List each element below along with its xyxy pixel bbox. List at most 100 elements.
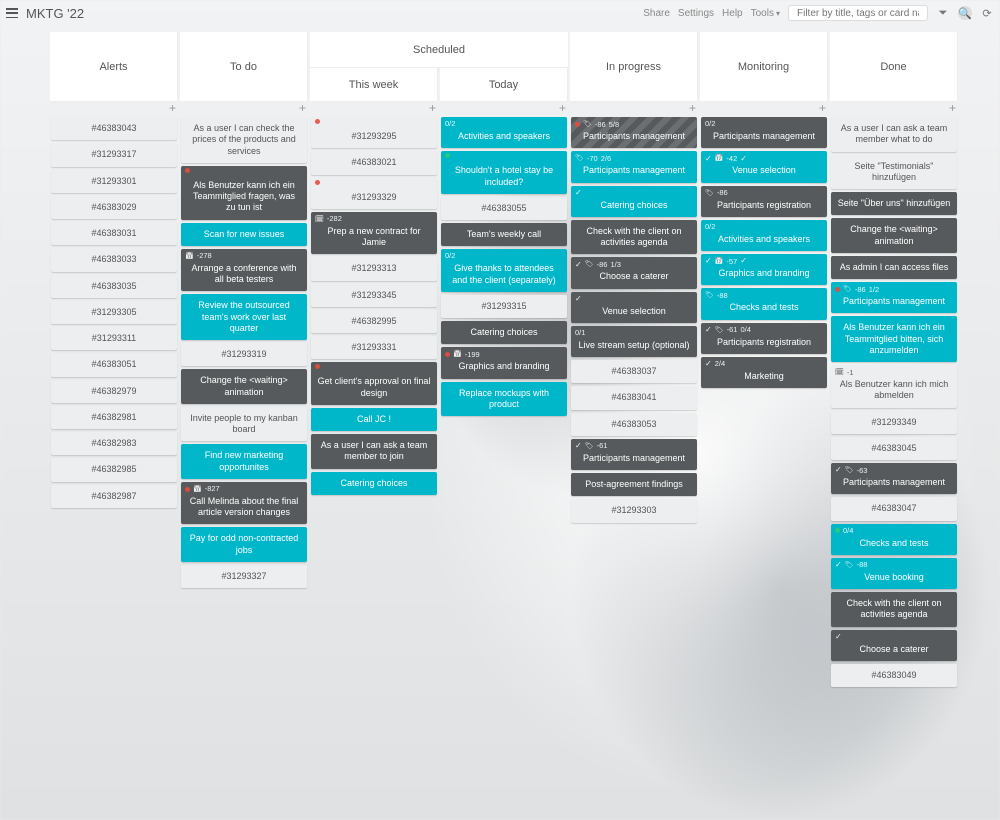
kanban-card[interactable]: Check with the client on activities agen… bbox=[571, 220, 697, 255]
kanban-card[interactable]: #31293313 bbox=[311, 257, 437, 280]
kanban-card[interactable]: #46383029 bbox=[51, 196, 177, 219]
add-card-button[interactable]: + bbox=[830, 102, 958, 116]
kanban-card[interactable]: As a user I can ask a team member what t… bbox=[831, 117, 957, 152]
kanban-card[interactable]: -1Als Benutzer kann ich mich abmelden bbox=[831, 365, 957, 408]
kanban-card[interactable]: Find new marketing opportunites bbox=[181, 444, 307, 479]
kanban-card[interactable]: #46383021 bbox=[311, 151, 437, 174]
kanban-card[interactable]: #46382995 bbox=[311, 310, 437, 333]
kanban-card[interactable]: #46382979 bbox=[51, 380, 177, 403]
kanban-card[interactable]: Als Benutzer kann ich ein Teammitglied b… bbox=[831, 316, 957, 362]
kanban-card[interactable]: #46383049 bbox=[831, 664, 957, 687]
kanban-card[interactable]: Als Benutzer kann ich ein Teammitglied f… bbox=[181, 166, 307, 220]
add-card-button[interactable]: + bbox=[180, 102, 308, 116]
kanban-card[interactable]: 0/2Participants management bbox=[701, 117, 827, 148]
filter-icon[interactable]: ⏷ bbox=[936, 6, 950, 20]
kanban-card[interactable]: #46383041 bbox=[571, 386, 697, 409]
kanban-card[interactable]: -42Venue selection bbox=[701, 151, 827, 182]
kanban-card[interactable]: -88Checks and tests bbox=[701, 288, 827, 319]
share-link[interactable]: Share bbox=[643, 8, 670, 19]
kanban-card[interactable]: -63Participants management bbox=[831, 463, 957, 494]
kanban-card[interactable]: #46383047 bbox=[831, 497, 957, 520]
kanban-card[interactable]: Venue selection bbox=[571, 292, 697, 323]
search-input[interactable] bbox=[795, 7, 921, 20]
add-card-button[interactable]: + bbox=[310, 102, 438, 116]
kanban-card[interactable]: Pay for odd non-contracted jobs bbox=[181, 527, 307, 562]
kanban-card[interactable]: #31293301 bbox=[51, 170, 177, 193]
kanban-card[interactable]: Scan for new issues bbox=[181, 223, 307, 246]
kanban-card[interactable]: #31293319 bbox=[181, 343, 307, 366]
kanban-card[interactable]: -702/6Participants management bbox=[571, 151, 697, 182]
kanban-card[interactable]: #46382981 bbox=[51, 406, 177, 429]
menu-icon[interactable] bbox=[6, 8, 18, 18]
kanban-card[interactable]: As admin I can access files bbox=[831, 256, 957, 279]
settings-link[interactable]: Settings bbox=[678, 8, 714, 19]
kanban-card[interactable]: #31293295 bbox=[311, 117, 437, 148]
kanban-card[interactable]: #31293311 bbox=[51, 327, 177, 350]
kanban-card[interactable]: #31293349 bbox=[831, 411, 957, 434]
tools-menu[interactable]: Tools bbox=[751, 8, 780, 19]
kanban-card[interactable]: #31293315 bbox=[441, 295, 567, 318]
kanban-card[interactable]: Change the <waiting> animation bbox=[831, 218, 957, 253]
kanban-card[interactable]: 2/4Marketing bbox=[701, 357, 827, 388]
kanban-card[interactable]: #46382983 bbox=[51, 432, 177, 455]
help-link[interactable]: Help bbox=[722, 8, 743, 19]
kanban-card[interactable]: Choose a caterer bbox=[831, 630, 957, 661]
search-box[interactable] bbox=[788, 5, 928, 21]
kanban-card[interactable]: #31293305 bbox=[51, 301, 177, 324]
kanban-card[interactable]: As a user I can check the prices of the … bbox=[181, 117, 307, 163]
kanban-card[interactable]: Invite people to my kanban board bbox=[181, 407, 307, 442]
kanban-card[interactable]: Call JC ! bbox=[311, 408, 437, 431]
kanban-card[interactable]: Catering choices bbox=[571, 186, 697, 217]
kanban-card[interactable]: #46383037 bbox=[571, 360, 697, 383]
kanban-card[interactable]: 0/2Activities and speakers bbox=[701, 220, 827, 251]
kanban-card[interactable]: -861/2Participants management bbox=[831, 282, 957, 313]
kanban-card[interactable]: Catering choices bbox=[311, 472, 437, 495]
kanban-card[interactable]: #31293327 bbox=[181, 565, 307, 588]
kanban-card[interactable]: -199Graphics and branding bbox=[441, 347, 567, 378]
kanban-card[interactable]: #46383053 bbox=[571, 413, 697, 436]
kanban-card[interactable]: -86Participants registration bbox=[701, 186, 827, 217]
kanban-card[interactable]: 0/4Checks and tests bbox=[831, 524, 957, 555]
kanban-card[interactable]: 0/2Activities and speakers bbox=[441, 117, 567, 148]
kanban-card[interactable]: As a user I can ask a team member to joi… bbox=[311, 434, 437, 469]
kanban-card[interactable]: 0/2Give thanks to attendees and the clie… bbox=[441, 249, 567, 292]
kanban-card[interactable]: #46383055 bbox=[441, 197, 567, 220]
kanban-card[interactable]: -827Call Melinda about the final article… bbox=[181, 482, 307, 525]
kanban-card[interactable]: #46383031 bbox=[51, 222, 177, 245]
kanban-card[interactable]: Get client's approval on final design bbox=[311, 362, 437, 405]
kanban-card[interactable]: #46383045 bbox=[831, 437, 957, 460]
kanban-card[interactable]: #31293303 bbox=[571, 499, 697, 522]
kanban-card[interactable]: #46382987 bbox=[51, 485, 177, 508]
refresh-icon[interactable]: ⟳ bbox=[980, 6, 994, 20]
kanban-card[interactable]: Seite "Über uns" hinzufügen bbox=[831, 192, 957, 215]
kanban-card[interactable]: 0/1Live stream setup (optional) bbox=[571, 326, 697, 357]
kanban-card[interactable]: Check with the client on activities agen… bbox=[831, 592, 957, 627]
kanban-card[interactable]: #31293331 bbox=[311, 336, 437, 359]
kanban-card[interactable]: #46383035 bbox=[51, 275, 177, 298]
kanban-card[interactable]: #46383051 bbox=[51, 353, 177, 376]
kanban-card[interactable]: -861/3Choose a caterer bbox=[571, 257, 697, 288]
kanban-card[interactable]: Review the outsourced team's work over l… bbox=[181, 294, 307, 340]
add-card-button[interactable]: + bbox=[700, 102, 828, 116]
kanban-card[interactable]: Change the <waiting> animation bbox=[181, 369, 307, 404]
kanban-card[interactable]: Team's weekly call bbox=[441, 223, 567, 246]
add-card-button[interactable]: + bbox=[570, 102, 698, 116]
kanban-card[interactable]: -57Graphics and branding bbox=[701, 254, 827, 285]
kanban-card[interactable]: #31293317 bbox=[51, 143, 177, 166]
kanban-card[interactable]: -88Venue booking bbox=[831, 558, 957, 589]
kanban-card[interactable]: Catering choices bbox=[441, 321, 567, 344]
search-icon[interactable]: 🔍 bbox=[958, 6, 972, 20]
kanban-card[interactable]: #46382985 bbox=[51, 458, 177, 481]
kanban-card[interactable]: -278Arrange a conference with all beta t… bbox=[181, 249, 307, 292]
kanban-card[interactable]: -610/4Participants registration bbox=[701, 323, 827, 354]
kanban-card[interactable]: #31293329 bbox=[311, 178, 437, 209]
add-card-button[interactable]: + bbox=[50, 102, 178, 116]
kanban-card[interactable]: Post-agreement findings bbox=[571, 473, 697, 496]
kanban-card[interactable]: #46383033 bbox=[51, 248, 177, 271]
kanban-card[interactable]: Shouldn't a hotel stay be included? bbox=[441, 151, 567, 194]
kanban-card[interactable]: Seite "Testimonials" hinzufügen bbox=[831, 155, 957, 190]
kanban-card[interactable]: Replace mockups with product bbox=[441, 382, 567, 417]
kanban-card[interactable]: -282Prep a new contract for Jamie bbox=[311, 212, 437, 255]
add-card-button[interactable]: + bbox=[440, 102, 568, 116]
kanban-card[interactable]: -865/8Participants management bbox=[571, 117, 697, 148]
